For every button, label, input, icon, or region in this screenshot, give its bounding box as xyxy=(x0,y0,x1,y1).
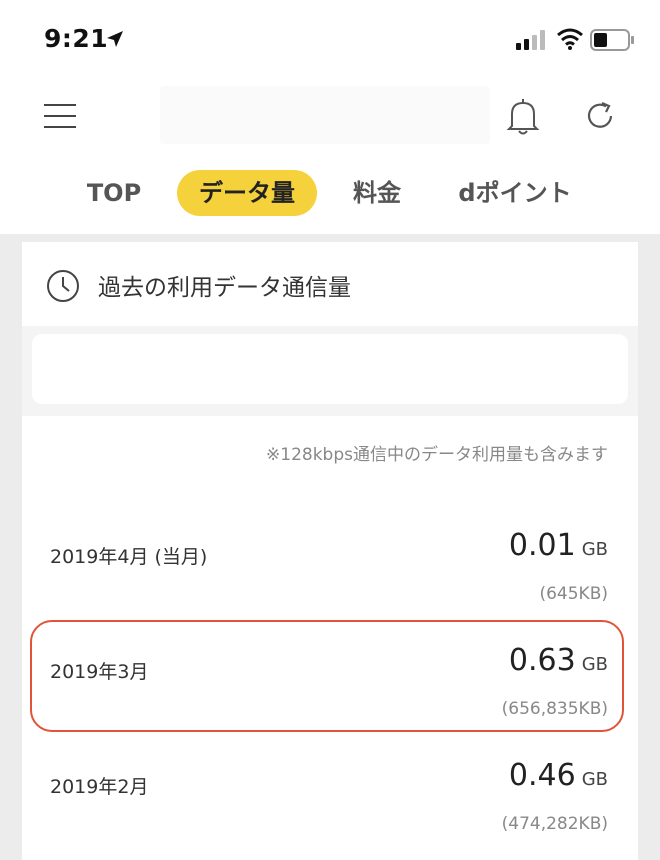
location-arrow-icon xyxy=(107,31,123,47)
row-amount: 0.01 xyxy=(508,528,576,563)
row-kb: (645KB) xyxy=(539,584,608,604)
row-unit: GB xyxy=(581,539,608,560)
tab-charges[interactable]: 料金 xyxy=(336,170,418,216)
battery-icon xyxy=(590,29,634,51)
app-header: 9:21 TOP データ量 料金 dポイント xyxy=(0,0,660,234)
card-title: 過去の利用データ通信量 xyxy=(98,275,351,301)
menu-icon[interactable] xyxy=(44,102,76,130)
refresh-icon[interactable] xyxy=(584,100,616,132)
bell-icon[interactable] xyxy=(506,98,540,136)
tab-d-points[interactable]: dポイント xyxy=(446,170,584,216)
row-month: 2019年4月 (当月) xyxy=(50,546,208,568)
row-amount: 0.46 xyxy=(508,758,576,793)
highlight-outline xyxy=(30,620,624,732)
row-kb: (474,282KB) xyxy=(501,814,608,834)
clock-icon xyxy=(47,270,79,302)
header-blank-area xyxy=(160,86,490,144)
tab-top[interactable]: TOP xyxy=(72,170,156,216)
signal-icon xyxy=(516,30,545,50)
row-unit: GB xyxy=(581,769,608,790)
row-month: 2019年2月 xyxy=(50,776,149,798)
card-header: 過去の利用データ通信量 xyxy=(22,242,638,326)
usage-row[interactable]: 2019年4月 (当月) 0.01 GB (645KB) xyxy=(22,522,638,632)
status-time: 9:21 xyxy=(44,24,109,53)
row-value: 0.46 GB xyxy=(509,758,608,793)
usage-note: ※128kbps通信中のデータ利用量も含みます xyxy=(266,445,608,465)
usage-row[interactable]: 2019年2月 0.46 GB (474,282KB) xyxy=(22,752,638,860)
status-bar: 9:21 xyxy=(0,0,660,80)
row-value: 0.01 GB xyxy=(509,528,608,563)
wifi-icon xyxy=(557,28,583,50)
blank-selector[interactable] xyxy=(32,334,628,404)
data-usage-card: 過去の利用データ通信量 ※128kbps通信中のデータ利用量も含みます 2019… xyxy=(22,242,638,860)
tab-bar: TOP データ量 料金 dポイント xyxy=(0,170,660,218)
tab-data-usage[interactable]: データ量 xyxy=(177,170,317,216)
